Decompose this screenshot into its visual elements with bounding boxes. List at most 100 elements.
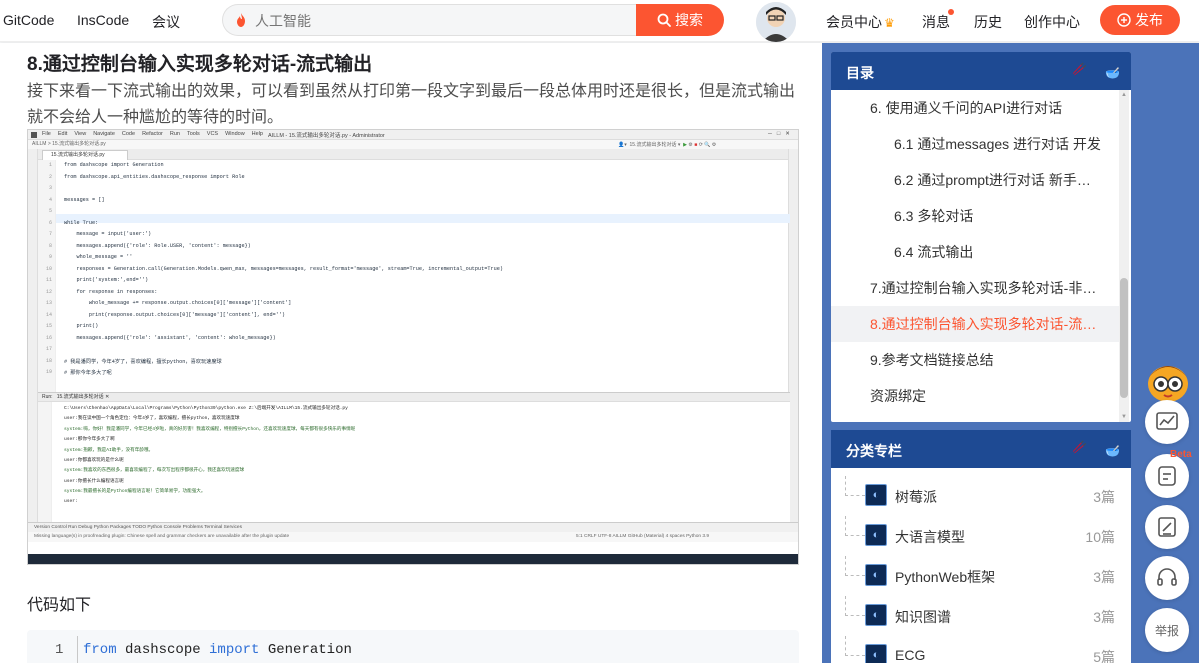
ide-line-number: 11 <box>45 277 52 283</box>
nav-inscode[interactable]: InsCode <box>77 12 129 28</box>
toc-scrollbar-thumb[interactable] <box>1120 278 1128 398</box>
ide-menu-item[interactable]: File <box>42 131 51 137</box>
nav-meeting[interactable]: 会议 <box>152 12 180 32</box>
ide-code-line: message = input('user:') <box>64 231 152 237</box>
analytics-button[interactable] <box>1145 400 1189 444</box>
ide-code-line: responses = Generation.call(Generation.M… <box>64 265 503 272</box>
code-block[interactable]: 1 from dashscope import Generation <box>27 630 799 663</box>
ide-code-line: # 那你今年多大了呢 <box>64 370 112 376</box>
ide-tabs: 15.流式输出多轮对话.py <box>28 149 798 160</box>
ide-line-number: 8 <box>48 242 52 249</box>
ide-line-number: 14 <box>45 311 52 318</box>
category-count: 10篇 <box>1085 529 1115 545</box>
ide-menu-items: File Edit View Navigate Code Refactor Run Tools… <box>42 131 270 137</box>
notification-dot <box>948 9 954 15</box>
run-tab-label: 15.流式输出多轮对话 <box>56 394 104 400</box>
category-item[interactable]: ◐ ECG 5篇 <box>831 636 1131 663</box>
toc-item[interactable]: 资源绑定 <box>870 386 1104 406</box>
section-heading: 8.通过控制台输入实现多轮对话-流式输出 <box>27 54 373 75</box>
avatar[interactable] <box>756 2 796 42</box>
ide-menu-item[interactable]: Edit <box>58 131 67 137</box>
toc-item[interactable]: 8.通过控制台输入实现多轮对话-流式输出 <box>870 314 1104 334</box>
notes-button[interactable] <box>1145 505 1189 549</box>
ide-run-panel-header: Run: 15.流式输出多轮对话 ✕ <box>38 392 790 402</box>
ide-menu-item[interactable]: VCS <box>207 131 218 137</box>
console-line: system:我喜欢的东西很多，最喜欢编程了，每次写出程序都很开心，我还喜欢玩速… <box>64 468 245 474</box>
ide-menu-item[interactable]: Code <box>122 131 135 137</box>
console-line: user: <box>64 498 78 504</box>
ai-assistant-button[interactable] <box>1145 454 1189 498</box>
console-line: user:我在读中国一个角色定位：今年4岁了，喜欢编程，擅长python，喜欢玩… <box>64 416 240 422</box>
ide-menu-item[interactable]: View <box>74 131 86 137</box>
publish-button[interactable]: 发布 <box>1100 5 1180 35</box>
ide-code-line: messages = [] <box>64 196 105 203</box>
ide-screenshot: File Edit View Navigate Code Refactor Run Tools… <box>27 129 799 565</box>
nav-history[interactable]: 历史 <box>974 12 1002 32</box>
ide-line-number: 15 <box>45 323 52 329</box>
ide-line-number: 16 <box>45 334 52 341</box>
code-gutter-divider <box>77 636 78 663</box>
code-line: from dashscope import Generation <box>83 642 352 658</box>
decor-icon: 🥣 <box>1105 66 1120 80</box>
ide-code-line: # 我是潘同学，今年4岁了，喜欢编程，擅长python，喜欢玩速度球 <box>64 358 222 365</box>
avatar-image <box>756 2 796 42</box>
search-button[interactable]: 搜索 <box>636 4 724 36</box>
ide-run-config: 👤▾ 15.流式输出多轮对话 ▾ ▶ ⚙ ■ ⟳ 🔍 ⚙ <box>618 142 717 148</box>
category-item[interactable]: ◐ 大语言模型 10篇 <box>831 516 1131 556</box>
ide-code-line: from dashscope import Generation <box>64 162 164 168</box>
chart-line-icon <box>1156 412 1178 430</box>
console-line: system:抱歉，我是AI助手，没有年龄哦。 <box>64 447 154 453</box>
report-label: 举报 <box>1154 623 1179 638</box>
nav-member-center[interactable]: 会员中心 ♛ <box>826 12 895 32</box>
toc-item[interactable]: 9.参考文档链接总结 <box>870 350 1104 370</box>
category-name: PythonWeb框架 <box>895 569 996 585</box>
nav-creation-center[interactable]: 创作中心 <box>1024 12 1080 32</box>
article-paragraph: 接下来看一下流式输出的效果，可以看到虽然从打印第一段文字到最后一段总体用时还是很… <box>27 83 796 126</box>
decor-icon: 🥣 <box>1105 444 1120 458</box>
category-name: 树莓派 <box>895 489 937 505</box>
toc-item[interactable]: 7.通过控制台输入实现多轮对话-非流式输出 <box>870 278 1104 298</box>
ide-menu-item[interactable]: Window <box>225 131 245 137</box>
ide-menu-item[interactable]: Navigate <box>93 131 115 137</box>
decor-icon: 🥢 <box>1072 440 1087 454</box>
nav-messages[interactable]: 消息 <box>922 12 950 32</box>
ide-line-number: 10 <box>45 265 52 272</box>
category-item[interactable]: ◐ 知识图谱 3篇 <box>831 596 1131 636</box>
ide-code-line: whole_message += response.output.choices… <box>64 300 292 306</box>
code-module: dashscope <box>116 642 210 658</box>
ide-code-editor[interactable]: 1 from dashscope import Generation 2 from d… <box>46 160 790 392</box>
ide-menu-item[interactable]: Refactor <box>142 131 163 137</box>
search-input[interactable] <box>255 11 615 31</box>
category-item[interactable]: ◐ PythonWeb框架 3篇 <box>831 556 1131 596</box>
toc-item[interactable]: 6.3 多轮对话 <box>894 206 1104 226</box>
tree-connector <box>845 556 865 576</box>
nav-gitcode[interactable]: GitCode <box>3 12 54 28</box>
report-button[interactable]: 举报 <box>1145 608 1189 652</box>
crown-icon: ♛ <box>884 16 895 30</box>
windows-taskbar <box>28 554 798 564</box>
bracket-box-icon <box>1158 466 1176 486</box>
toc-item[interactable]: 6.4 流式输出 <box>894 242 1104 262</box>
ide-code-line: while True: <box>64 219 99 226</box>
toc-panel: 目录 🥢 🥣 6. 使用通义千问的API进行对话 6.1 通过messages 进… <box>831 52 1131 422</box>
mascot-icon[interactable] <box>1138 358 1196 404</box>
ide-tool-window-bar: Version Control Run Debug Python Package… <box>28 522 798 532</box>
ide-menu-item[interactable]: Tools <box>187 131 200 137</box>
console-line: user:你擅长什么编程语言呢 <box>64 478 124 484</box>
toc-item[interactable]: 6.2 通过prompt进行对话 新手入门 <box>894 170 1104 190</box>
scroll-up-icon[interactable]: ▲ <box>1121 92 1127 98</box>
ide-file-tab[interactable]: 15.流式输出多轮对话.py <box>42 150 128 160</box>
ide-run-console[interactable]: C:\Users\Chenhao\AppData\Local\Programs\… <box>38 402 790 522</box>
ide-code-line: messages.append({'role': Role.USER, 'con… <box>64 242 251 249</box>
customer-service-button[interactable] <box>1145 556 1189 600</box>
scroll-down-icon[interactable]: ▼ <box>1121 414 1127 420</box>
status-indicators: 5:1 CRLF UTF-8 AILLM GitHub (Material) 4… <box>576 534 710 539</box>
category-name: 知识图谱 <box>895 609 951 625</box>
toc-item[interactable]: 6. 使用通义千问的API进行对话 <box>870 98 1104 118</box>
category-item[interactable]: ◐ 树莓派 3篇 <box>831 476 1131 516</box>
ide-menu-item[interactable]: Help <box>252 131 263 137</box>
toc-item[interactable]: 6.1 通过messages 进行对话 开发 <box>894 134 1104 154</box>
code-intro-label: 代码如下 <box>27 597 92 614</box>
ide-menu-item[interactable]: Run <box>170 131 180 137</box>
ide-line-number: 18 <box>45 357 52 364</box>
